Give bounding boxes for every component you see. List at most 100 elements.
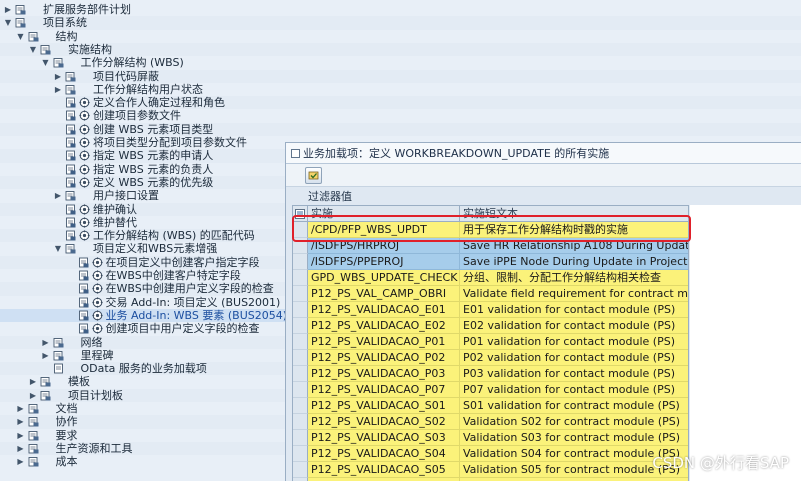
collapse-arrow-icon[interactable]: ▼ [42,56,50,69]
implementation-text-cell[interactable]: 分组、限制、分配工作分解结构相关检查 [460,270,688,286]
tree-node[interactable]: ▼ 项目系统 [0,16,801,30]
expand-arrow-icon[interactable]: ▶ [54,70,62,83]
implementation-name-cell[interactable]: /ISDFPS/HRPROJ [308,238,460,254]
execute-button[interactable] [305,167,322,184]
implementation-text-cell[interactable]: P07 validation for contact module (PS) [460,382,688,398]
expand-arrow-icon[interactable]: ▶ [42,349,50,362]
tree-node[interactable]: ▼ 实施结构 [0,42,801,57]
row-selector[interactable] [293,430,308,446]
collapse-arrow-icon[interactable]: ▼ [54,242,62,255]
execute-activity-icon[interactable] [91,323,103,334]
execute-activity-icon[interactable] [79,163,90,175]
row-selector[interactable] [293,222,308,238]
execute-activity-icon[interactable] [79,217,90,228]
row-selector[interactable] [293,414,308,430]
expand-arrow-icon[interactable]: ▶ [17,429,25,442]
expand-arrow-icon[interactable]: ▶ [54,189,62,202]
implementation-name-cell[interactable]: P12_PS_VALIDACAO_P07 [308,382,460,398]
tree-node[interactable]: ▶ 项目代码屏蔽 [0,69,801,83]
tree-node[interactable]: ▼ 工作分解结构 (WBS) [0,56,801,69]
implementation-name-cell[interactable]: P12_PS_VALIDACAO_S04 [308,446,460,462]
implementation-text-cell[interactable]: E01 validation for contact module (PS) [460,302,688,318]
execute-activity-icon[interactable] [79,177,90,188]
row-selector[interactable] [293,302,308,318]
column-header-implementation[interactable]: 实施 [308,206,460,222]
implementation-text-cell[interactable]: Validation S03 for contract module (PS) [460,430,688,446]
implementation-text-cell[interactable]: P02 validation for contact module (PS) [460,350,688,366]
select-all-cell[interactable] [293,206,308,222]
row-selector[interactable] [293,270,308,286]
row-selector[interactable] [293,446,308,462]
implementation-text-cell[interactable]: P03 validation for contact module (PS) [460,366,688,382]
expand-arrow-icon[interactable]: ▶ [17,442,25,455]
execute-activity-icon[interactable] [79,124,90,135]
execute-activity-icon[interactable] [91,283,103,294]
implementation-name-cell[interactable]: P12_PS_VALIDACAO_E02 [308,318,460,334]
execute-activity-icon[interactable] [79,150,90,161]
implementation-name-cell[interactable]: P12_PS_VALIDACAO_S03 [308,430,460,446]
expand-arrow-icon[interactable]: ▶ [29,389,37,402]
implementation-name-cell[interactable]: P12_PS_VALIDACAO_P02 [308,350,460,366]
row-selector[interactable] [293,334,308,350]
implementation-text-cell[interactable]: 用于保存工作分解结构时戳的实施 [460,222,688,238]
tree-node-label: 生产资源和工具 [55,441,133,455]
row-selector[interactable] [293,350,308,366]
implementation-name-cell[interactable]: P12_PS_VALIDACAO_P01 [308,334,460,350]
execute-activity-icon[interactable] [91,257,103,268]
implementation-text-cell[interactable]: Validate field requirement for contract … [460,286,688,302]
row-selector[interactable] [293,398,308,414]
tree-node-label: 指定 WBS 元素的申请人 [93,149,214,163]
implementation-text-cell[interactable]: E02 validation for contact module (PS) [460,318,688,334]
dialog-empty-area [690,205,801,481]
tree-node[interactable]: ▼ 结构 [0,30,801,43]
collapse-arrow-icon[interactable]: ▼ [17,30,25,43]
row-selector[interactable] [293,238,308,254]
execute-activity-icon[interactable] [91,310,103,321]
implementation-name-cell[interactable]: P12_PS_VALIDACAO_P03 [308,366,460,382]
tree-node[interactable]: 创建项目参数文件 [0,109,801,122]
execute-activity-icon[interactable] [79,110,90,121]
row-selector[interactable] [293,254,308,270]
row-selector[interactable] [293,382,308,398]
expand-arrow-icon[interactable]: ▶ [29,375,37,388]
implementation-name-cell[interactable]: P12_PS_VALIDACAO_S02 [308,414,460,430]
implementation-text-cell[interactable]: Save iPPE Node During Update in Project … [460,254,688,270]
expand-arrow-icon[interactable]: ▶ [42,336,50,349]
collapse-arrow-icon[interactable]: ▼ [29,43,37,56]
expand-arrow-icon[interactable]: ▶ [17,415,25,428]
collapse-arrow-icon[interactable]: ▼ [4,16,12,29]
execute-activity-icon[interactable] [79,137,90,148]
implementation-name-cell[interactable]: P12_PS_VAL_CAMP_OBRI [308,286,460,302]
expand-arrow-icon[interactable]: ▶ [4,3,12,16]
implementation-text-cell[interactable]: Save HR Relationship A108 During Update … [460,238,688,254]
expand-arrow-icon[interactable]: ▶ [54,83,62,96]
tree-node-label: 项目代码屏蔽 [93,69,159,83]
execute-activity-icon[interactable] [79,230,90,241]
row-selector[interactable] [293,366,308,382]
expand-arrow-icon[interactable]: ▶ [17,455,25,468]
tree-node[interactable]: 创建 WBS 元素项目类型 [0,122,801,136]
implementation-name-cell[interactable]: /CPD/PFP_WBS_UPDT [308,222,460,238]
execute-activity-icon[interactable] [79,203,90,215]
implementation-name-cell[interactable]: P12_PS_VALIDACAO_S05 [308,462,460,478]
implementation-name-cell[interactable]: /ISDFPS/PPEPROJ [308,254,460,270]
row-selector[interactable] [293,318,308,334]
implementation-text-cell[interactable]: Validation S02 for contract module (PS) [460,414,688,430]
execute-activity-icon[interactable] [79,97,90,108]
implementation-name-cell[interactable]: P12_PS_VALIDACAO_S01 [308,398,460,414]
expand-arrow-icon[interactable]: ▶ [17,402,25,415]
row-selector[interactable] [293,462,308,478]
row-selector[interactable] [293,286,308,302]
implementation-text-cell[interactable]: P01 validation for contact module (PS) [460,334,688,350]
tree-node[interactable]: ▶ 扩展服务部件计划 [0,3,801,16]
dialog-toolbar [286,164,801,187]
implementation-text-cell[interactable]: S01 validation for contract module (PS) [460,398,688,414]
activity-document-icon [65,97,76,108]
implementation-name-cell[interactable]: GPD_WBS_UPDATE_CHECK [308,270,460,286]
column-header-short-text[interactable]: 实施短文本 [460,206,688,222]
execute-activity-icon[interactable] [91,296,103,308]
tree-node[interactable]: 定义合作人确定过程和角色 [0,96,801,110]
implementation-name-cell[interactable]: P12_PS_VALIDACAO_E01 [308,302,460,318]
tree-node[interactable]: ▶ 工作分解结构用户状态 [0,83,801,96]
execute-activity-icon[interactable] [91,270,103,281]
